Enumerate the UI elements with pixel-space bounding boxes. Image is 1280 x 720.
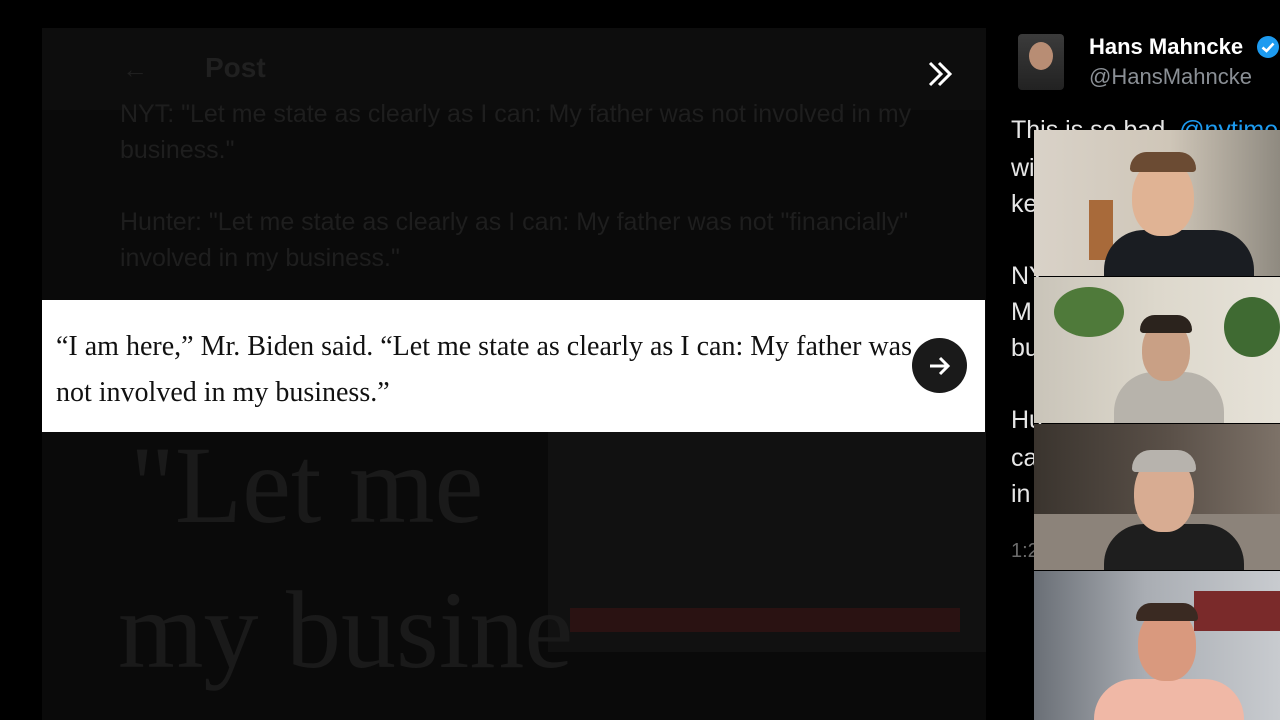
next-button[interactable] bbox=[912, 338, 967, 393]
background-post-text-2: Hunter: "Let me state as clearly as I ca… bbox=[120, 208, 909, 272]
video-tile-2[interactable] bbox=[1034, 277, 1280, 423]
background-headline-fragment-2: my busine bbox=[118, 569, 574, 691]
author-handle[interactable]: @HansMahncke bbox=[1089, 64, 1252, 90]
back-arrow-icon[interactable]: ← bbox=[122, 54, 152, 84]
participant-torso bbox=[1094, 679, 1244, 720]
background-post-text-1: NYT: "Let me state as clearly as I can: … bbox=[120, 100, 912, 164]
plant-shape-2 bbox=[1224, 297, 1280, 357]
plant-shape bbox=[1054, 287, 1124, 337]
tweet-text-line-5: M bbox=[1011, 298, 1032, 326]
video-tile-3[interactable] bbox=[1034, 424, 1280, 570]
video-tile-1[interactable] bbox=[1034, 130, 1280, 276]
tweet-text-line-2: wi bbox=[1011, 154, 1035, 182]
participant-hair bbox=[1136, 603, 1198, 621]
video-news-ticker bbox=[570, 608, 960, 632]
participant-hair bbox=[1132, 450, 1196, 472]
participant-hair bbox=[1130, 152, 1196, 172]
participant-torso bbox=[1104, 230, 1254, 276]
participant-hair bbox=[1140, 315, 1192, 333]
quote-text: “I am here,” Mr. Biden said. “Let me sta… bbox=[56, 331, 912, 408]
tweet-text-line-9: in bbox=[1011, 480, 1031, 508]
left-sidebar-strip bbox=[0, 0, 42, 720]
author-name[interactable]: Hans Mahncke bbox=[1089, 34, 1243, 60]
arrow-right-icon bbox=[929, 356, 950, 375]
page-title: Post bbox=[205, 52, 266, 83]
screen-shape bbox=[1194, 591, 1280, 631]
verified-badge-icon bbox=[1256, 35, 1280, 59]
participant-torso bbox=[1104, 524, 1244, 570]
window-top-bar bbox=[0, 0, 1280, 28]
background-headline-fragment-1: "Let me bbox=[130, 424, 484, 546]
double-chevron-right-icon[interactable] bbox=[922, 56, 958, 92]
avatar-face bbox=[1029, 42, 1053, 70]
video-tile-4[interactable] bbox=[1034, 571, 1280, 720]
